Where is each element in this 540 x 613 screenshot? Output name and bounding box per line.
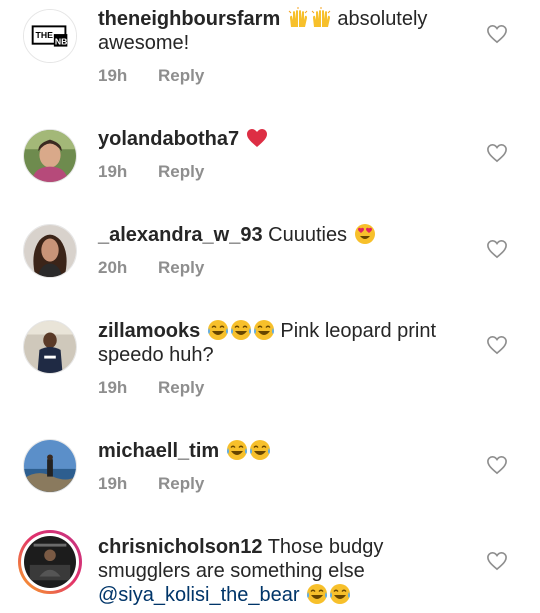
- avatar[interactable]: [23, 129, 77, 183]
- comment-username[interactable]: chrisnicholson12: [98, 536, 263, 558]
- comment-meta: 19h Reply: [98, 378, 204, 398]
- user-photo: [24, 536, 76, 588]
- comment-meta: 19h Reply: [98, 474, 204, 494]
- comment-username[interactable]: zillamooks: [98, 320, 200, 342]
- comment-meta: 19h Reply: [98, 66, 204, 86]
- comment-timestamp: 20h: [98, 258, 128, 277]
- avatar[interactable]: THE NB: [23, 9, 77, 63]
- comment-username[interactable]: yolandabotha7: [98, 128, 239, 150]
- reply-button[interactable]: Reply: [158, 66, 204, 86]
- comment-timestamp: 19h: [98, 162, 128, 181]
- comment-body: michaell_tim: [98, 439, 478, 463]
- comment-text: Cuuuties: [268, 224, 348, 246]
- svg-text:THE: THE: [36, 30, 54, 40]
- avatar-story-ring[interactable]: [18, 530, 82, 594]
- tears-of-joy-emoji: [226, 439, 248, 461]
- like-heart-icon[interactable]: [486, 239, 508, 259]
- like-heart-icon[interactable]: [486, 335, 508, 355]
- user-photo: [24, 225, 76, 277]
- like-heart-icon[interactable]: [486, 551, 508, 571]
- like-heart-icon[interactable]: [486, 143, 508, 163]
- like-heart-icon[interactable]: [486, 24, 508, 44]
- avatar[interactable]: [23, 224, 77, 278]
- reply-button[interactable]: Reply: [158, 258, 204, 278]
- user-photo: [24, 321, 76, 373]
- user-photo: [24, 130, 76, 182]
- reply-button[interactable]: Reply: [158, 474, 204, 494]
- comment-username[interactable]: michaell_tim: [98, 440, 219, 462]
- comment-username[interactable]: _alexandra_w_93: [98, 224, 263, 246]
- comment-timestamp: 19h: [98, 378, 128, 397]
- comment-body: chrisnicholson12 Those budgy smugglers a…: [98, 535, 478, 607]
- theneighboursfarm-logo: THE NB: [24, 10, 76, 62]
- comment-meta: 19h Reply: [98, 162, 204, 182]
- svg-text:NB: NB: [55, 37, 68, 47]
- tears-of-joy-emoji: [207, 319, 229, 341]
- tears-of-joy-emoji: [249, 439, 271, 461]
- tears-of-joy-emoji: [329, 583, 351, 605]
- comment-timestamp: 19h: [98, 66, 128, 85]
- tears-of-joy-emoji: [253, 319, 275, 341]
- avatar: [24, 536, 76, 588]
- avatar-ring-inner: [21, 533, 79, 591]
- mention-link[interactable]: @siya_kolisi_the_bear: [98, 584, 300, 606]
- comment-timestamp: 19h: [98, 474, 128, 493]
- heart-eyes-emoji: [354, 223, 376, 245]
- comments-list: THE NB theneighboursfarm absolutely awes…: [0, 0, 540, 613]
- comment-username[interactable]: theneighboursfarm: [98, 8, 280, 30]
- comment-body: _alexandra_w_93 Cuuuties: [98, 223, 478, 247]
- avatar[interactable]: [23, 439, 77, 493]
- reply-button[interactable]: Reply: [158, 378, 204, 398]
- raising-hands-emoji: [310, 7, 332, 29]
- comment-body: yolandabotha7: [98, 127, 478, 151]
- raising-hands-emoji: [287, 7, 309, 29]
- tears-of-joy-emoji: [230, 319, 252, 341]
- comment-meta: 20h Reply: [98, 258, 204, 278]
- comment-body: theneighboursfarm absolutely awesome!: [98, 7, 478, 55]
- user-photo: [24, 440, 76, 492]
- comment-body: zillamooks Pink leopard print speedo huh…: [98, 319, 478, 367]
- tears-of-joy-emoji: [306, 583, 328, 605]
- like-heart-icon[interactable]: [486, 455, 508, 475]
- red-heart-emoji: [246, 127, 268, 149]
- reply-button[interactable]: Reply: [158, 162, 204, 182]
- avatar[interactable]: [23, 320, 77, 374]
